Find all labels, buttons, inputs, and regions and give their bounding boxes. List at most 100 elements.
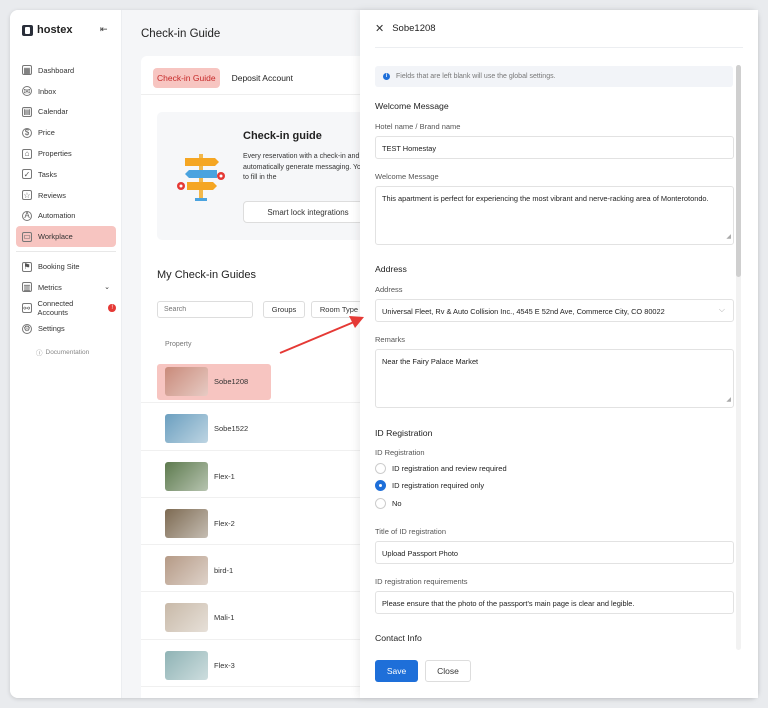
search-input[interactable]	[157, 301, 253, 318]
sidebar-item-label: Inbox	[38, 86, 57, 96]
welcome-message-text: This apartment is perfect for experienci…	[382, 194, 709, 203]
sidebar-item-reviews[interactable]: ☆ Reviews	[16, 185, 116, 206]
property-thumbnail	[165, 650, 208, 680]
remarks-label: Remarks	[375, 335, 406, 344]
collapse-sidebar-icon[interactable]: ⇤	[100, 24, 108, 35]
dashboard-icon: ▦	[22, 65, 32, 76]
guide-title: Check-in guide	[243, 130, 322, 142]
connected-accounts-icon: ⚯	[22, 303, 32, 314]
tab-check-in-guide[interactable]: Check-in Guide	[153, 68, 220, 88]
property-thumbnail	[165, 414, 208, 444]
star-icon: ☆	[22, 190, 32, 201]
welcome-section-title: Welcome Message	[375, 101, 449, 111]
sidebar-item-label: Calendar	[38, 107, 68, 117]
table-row[interactable]: Sobe1522	[141, 403, 381, 451]
sidebar-item-price[interactable]: $ Price	[16, 122, 116, 143]
metrics-icon: ▥	[22, 282, 32, 293]
radio-button[interactable]	[375, 497, 386, 509]
workplace-icon: ▭	[22, 231, 32, 242]
radio-button[interactable]	[375, 463, 386, 474]
documentation-link[interactable]: ⓘ Documentation	[36, 347, 90, 358]
sidebar-divider	[16, 251, 116, 253]
room-type-filter[interactable]: Room Type	[311, 301, 367, 318]
hotel-name-field[interactable]: TEST Homestay	[375, 136, 734, 159]
page-title: Check-in Guide	[141, 28, 221, 40]
calendar-icon: ▤	[22, 106, 32, 117]
id-title-field[interactable]: Upload Passport Photo	[375, 541, 734, 564]
header-divider	[375, 47, 743, 48]
radio-label: ID registration required only	[392, 481, 485, 491]
scrollbar-thumb[interactable]	[736, 65, 741, 277]
radio-label: ID registration and review required	[392, 464, 507, 473]
inbox-icon: ✉	[22, 86, 32, 97]
sidebar: hostex ⇤ ▦ Dashboard ✉ Inbox ▤ Calendar $ Price…	[10, 10, 122, 698]
sidebar-item-automation[interactable]: A Automation	[16, 206, 116, 227]
id-requirements-field[interactable]: Please ensure that the photo of the pass…	[375, 591, 734, 614]
save-button[interactable]: Save	[375, 660, 418, 682]
drawer-title: Sobe1208	[392, 23, 436, 34]
close-icon[interactable]: ✕	[375, 22, 384, 35]
alert-badge: !	[108, 304, 117, 313]
address-select[interactable]: Universal Fleet, Rv & Auto Collision Inc…	[375, 299, 734, 322]
welcome-message-label: Welcome Message	[375, 172, 439, 181]
property-name: Sobe1522	[214, 424, 249, 434]
welcome-message-field[interactable]: This apartment is perfect for experienci…	[375, 186, 734, 245]
help-icon: ⓘ	[36, 350, 43, 357]
check-in-guide-drawer: ✕ Sobe1208 i Fields that are left blank …	[360, 10, 758, 698]
resize-handle-icon[interactable]: ◢	[726, 395, 731, 406]
sidebar-item-booking-site[interactable]: ⚑ Booking Site	[16, 256, 116, 277]
id-registration-option[interactable]: ID registration and review required	[375, 463, 507, 474]
sidebar-item-inbox[interactable]: ✉ Inbox	[16, 81, 116, 102]
remarks-field[interactable]: Near the Fairy Palace Market ◢	[375, 349, 734, 408]
hostex-logo-icon	[22, 24, 33, 36]
sidebar-item-label: Booking Site	[38, 262, 80, 272]
sidebar-item-label: Workplace	[38, 232, 73, 242]
sidebar-item-label: Automation	[38, 211, 76, 221]
sidebar-item-label: Settings	[38, 324, 65, 334]
automation-icon: A	[22, 210, 32, 221]
signpost-illustration	[177, 154, 225, 201]
id-registration-option[interactable]: No	[375, 497, 402, 509]
my-guides-title: My Check-in Guides	[157, 269, 257, 281]
property-column-header: Property	[165, 341, 192, 348]
info-banner: i Fields that are left blank will use th…	[375, 66, 733, 87]
hotel-name-label: Hotel name / Brand name	[375, 122, 461, 131]
home-icon: ⌂	[22, 148, 32, 159]
table-row[interactable]: Flex-1	[141, 451, 381, 498]
radio-button[interactable]	[375, 480, 386, 492]
sidebar-item-calendar[interactable]: ▤ Calendar	[16, 102, 116, 123]
resize-handle-icon[interactable]: ◢	[726, 232, 731, 243]
close-button[interactable]: Close	[425, 660, 471, 682]
sidebar-item-settings[interactable]: ⚙ Settings	[16, 319, 116, 340]
sidebar-item-label: Metrics	[38, 282, 62, 292]
tabs-divider	[141, 94, 381, 95]
sidebar-item-metrics[interactable]: ▥ Metrics ⌄	[16, 277, 116, 298]
smart-lock-integrations-button[interactable]: Smart lock integrations	[243, 201, 373, 223]
info-text: Fields that are left blank will use the …	[396, 73, 556, 80]
table-row[interactable]: bird-1	[141, 545, 381, 593]
sidebar-item-workplace[interactable]: ▭ Workplace	[16, 226, 116, 248]
table-row[interactable]: Flex-3	[141, 640, 381, 688]
groups-filter[interactable]: Groups	[263, 301, 305, 318]
sidebar-item-dashboard[interactable]: ▦ Dashboard	[16, 60, 116, 81]
id-registration-label: ID Registration	[375, 448, 425, 457]
property-name: Flex-1	[214, 471, 235, 481]
table-row[interactable]: Sobe1208	[141, 356, 381, 404]
table-row[interactable]: Mali-1	[141, 592, 381, 640]
sidebar-item-connected-accounts[interactable]: ⚯ Connected Accounts!	[16, 298, 117, 319]
sidebar-item-label: Price	[38, 128, 55, 138]
property-name: Sobe1208	[214, 377, 249, 386]
sidebar-item-label: Tasks	[38, 169, 57, 179]
id-registration-option[interactable]: ID registration required only	[375, 480, 485, 492]
main-card: Check-in Guide Deposit Account Check-in …	[141, 56, 382, 698]
sidebar-item-label: Dashboard	[38, 65, 75, 75]
chevron-down-icon[interactable]: ⌄	[104, 283, 110, 291]
id-title-label: Title of ID registration	[375, 527, 446, 536]
table-row[interactable]: Flex-2	[141, 498, 381, 546]
settings-icon: ⚙	[22, 323, 32, 334]
sidebar-item-properties[interactable]: ⌂ Properties	[16, 143, 116, 164]
sidebar-item-tasks[interactable]: ✓ Tasks	[16, 164, 116, 185]
documentation-label: Documentation	[45, 348, 90, 356]
brand-name: hostex	[37, 24, 73, 36]
tab-deposit-account[interactable]: Deposit Account	[228, 68, 297, 88]
